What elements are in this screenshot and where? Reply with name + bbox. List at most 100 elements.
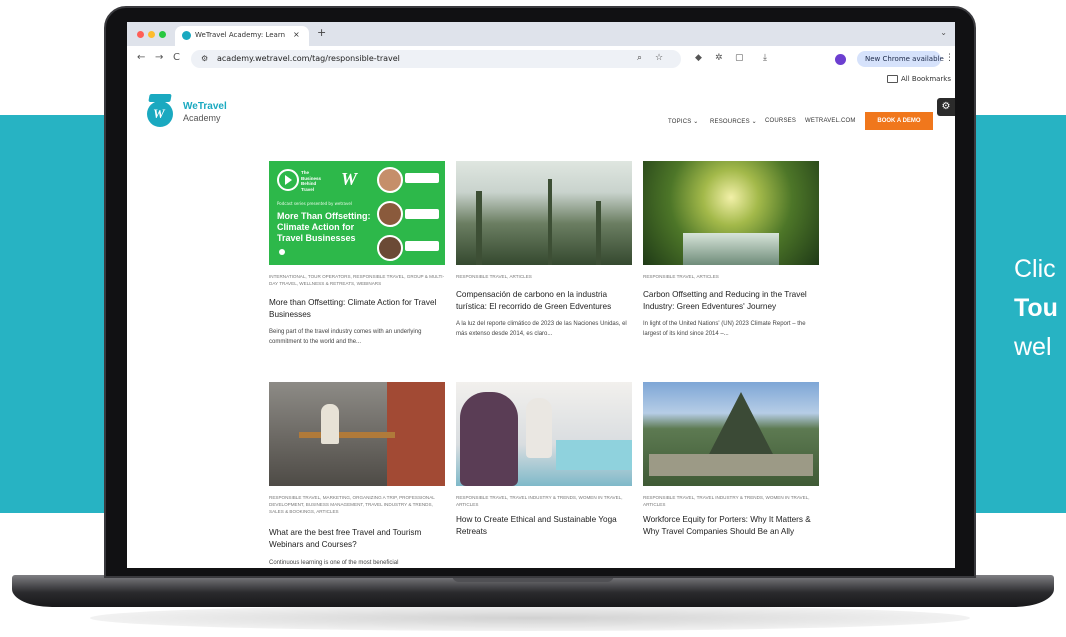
book-demo-button[interactable]: BOOK A DEMO (865, 112, 933, 130)
nav-resources[interactable]: RESOURCES ⌄ (710, 118, 757, 125)
article-excerpt: Being part of the travel industry comes … (269, 329, 422, 345)
podcast-episode-title: More Than Offsetting: Climate Action for… (277, 211, 371, 243)
guest-avatar (377, 201, 403, 227)
laptop-shadow (90, 605, 970, 631)
tab-close-icon[interactable]: × (293, 30, 300, 39)
chrome-update-label: New Chrome available (865, 55, 944, 63)
ruins-shape (649, 454, 813, 476)
browser-window: WeTravel Academy: Learn fro × + ⌄ ← → C … (127, 22, 955, 568)
reload-button[interactable]: C (173, 52, 180, 63)
article-categories[interactable]: RESPONSIBLE TRAVEL, MARKETING, ORGANIZIN… (269, 494, 445, 515)
article-excerpt: A la luz del reporte climático de 2023 d… (456, 321, 627, 337)
article-card[interactable]: RESPONSIBLE TRAVEL, MARKETING, ORGANIZIN… (269, 382, 445, 568)
logo-wordmark: WeTravel (183, 101, 227, 112)
search-icon[interactable]: ⌕ (637, 53, 642, 63)
folder-icon (887, 75, 898, 83)
site-info-icon[interactable]: ⚙ (201, 54, 208, 63)
article-thumbnail[interactable] (456, 382, 632, 486)
article-categories[interactable]: RESPONSIBLE TRAVEL, ARTICLES (456, 273, 632, 280)
brick-wall-shape (387, 382, 445, 486)
site-page: W WeTravel Academy TOPICS ⌄ RESOURCES ⌄ … (127, 88, 955, 568)
article-categories[interactable]: RESPONSIBLE TRAVEL, ARTICLES (643, 273, 819, 280)
article-card[interactable]: RESPONSIBLE TRAVEL, ARTICLES Compensació… (456, 161, 632, 361)
puzzle-icon[interactable]: ✲ (715, 53, 723, 63)
article-title[interactable]: What are the best free Travel and Touris… (269, 527, 445, 551)
article-categories[interactable]: RESPONSIBLE TRAVEL, TRAVEL INDUSTRY & TR… (643, 494, 819, 508)
logo-w-glyph: W (153, 106, 165, 121)
waterfall-shape (683, 233, 779, 265)
profile-avatar[interactable] (835, 54, 846, 65)
article-thumbnail[interactable] (643, 382, 819, 486)
minimize-window-button[interactable] (148, 31, 155, 38)
partner-logo (405, 173, 439, 183)
tree-shape (476, 191, 482, 265)
article-thumbnail[interactable] (456, 161, 632, 265)
article-categories[interactable]: INTERNATIONAL, TOUR OPERATORS, RESPONSIB… (269, 273, 445, 287)
promo-line-2: Tou (1014, 294, 1058, 322)
promo-text: Clic Tou wel (1014, 250, 1058, 367)
chrome-update-button[interactable]: New Chrome available (857, 51, 944, 67)
mountain-shape (705, 392, 777, 462)
promo-line-1: Clic (1014, 255, 1056, 283)
article-title[interactable]: Workforce Equity for Porters: Why It Mat… (643, 514, 819, 538)
tab-strip: WeTravel Academy: Learn fro × + ⌄ (127, 22, 955, 46)
article-title[interactable]: Compensación de carbono en la industria … (456, 289, 632, 313)
tab-title: WeTravel Academy: Learn fro (195, 31, 285, 39)
maximize-window-button[interactable] (159, 31, 166, 38)
extension-icon[interactable]: ◆ (695, 53, 702, 63)
close-window-button[interactable] (137, 31, 144, 38)
star-icon[interactable]: ☆ (655, 53, 663, 63)
yoga-mat-shape (556, 440, 632, 470)
partner-logo (405, 241, 439, 251)
article-excerpt: In light of the United Nations' (UN) 202… (643, 321, 806, 337)
article-card[interactable]: RESPONSIBLE TRAVEL, TRAVEL INDUSTRY & TR… (643, 382, 819, 568)
podcast-show-name: The Business Behind Travel (301, 170, 322, 192)
kebab-menu-icon[interactable]: ⋮ (945, 53, 954, 63)
tree-shape (548, 179, 552, 265)
url-text: academy.wetravel.com/tag/responsible-tra… (217, 54, 400, 63)
download-icon[interactable]: ⤓ (763, 53, 767, 63)
partner-logo (405, 209, 439, 219)
article-card[interactable]: RESPONSIBLE TRAVEL, TRAVEL INDUSTRY & TR… (456, 382, 632, 568)
tab-search-chevron-icon[interactable]: ⌄ (940, 28, 947, 37)
article-title[interactable]: More than Offsetting: Climate Action for… (269, 297, 445, 321)
toolbar: ← → C ⚙ academy.wetravel.com/tag/respons… (127, 46, 955, 72)
play-icon (277, 169, 299, 191)
tree-shape (596, 201, 601, 265)
nav-courses[interactable]: COURSES (765, 118, 796, 124)
chat-bubble-icon (279, 249, 285, 255)
new-tab-button[interactable]: + (317, 26, 326, 39)
article-categories[interactable]: RESPONSIBLE TRAVEL, TRAVEL INDUSTRY & TR… (456, 494, 632, 508)
hubspot-icon[interactable]: ⚙ (937, 98, 955, 116)
all-bookmarks-label: All Bookmarks (901, 75, 952, 83)
person-shape (526, 398, 552, 458)
sidepanel-icon[interactable]: ▢ (735, 53, 744, 63)
table-shape (299, 432, 395, 438)
graduation-cap-icon (148, 94, 172, 102)
article-title[interactable]: Carbon Offsetting and Reducing in the Tr… (643, 289, 819, 313)
back-button[interactable]: ← (137, 52, 145, 63)
logo-subtitle: Academy (183, 113, 221, 123)
bookmarks-bar: All Bookmarks (127, 72, 955, 89)
person-shape (460, 392, 518, 486)
article-thumbnail[interactable] (269, 382, 445, 486)
guest-avatar (377, 167, 403, 193)
person-shape (321, 404, 339, 444)
article-thumbnail[interactable]: The Business Behind Travel W Podcast ser… (269, 161, 445, 265)
article-excerpt: Continuous learning is one of the most b… (269, 560, 399, 566)
forward-button[interactable]: → (155, 52, 163, 63)
address-bar[interactable]: ⚙ academy.wetravel.com/tag/responsible-t… (191, 50, 681, 68)
promo-line-3: wel (1014, 333, 1052, 361)
nav-wetravel[interactable]: WETRAVEL.COM (805, 118, 856, 124)
nav-topics[interactable]: TOPICS ⌄ (668, 118, 699, 125)
podcast-presented-by: Podcast series presented by wetravel (277, 201, 352, 206)
article-card[interactable]: The Business Behind Travel W Podcast ser… (269, 161, 445, 361)
article-card[interactable]: RESPONSIBLE TRAVEL, ARTICLES Carbon Offs… (643, 161, 819, 361)
browser-tab[interactable]: WeTravel Academy: Learn fro × (175, 26, 309, 46)
favicon-icon (182, 31, 191, 40)
all-bookmarks-button[interactable]: All Bookmarks (887, 75, 951, 83)
guest-avatar (377, 235, 403, 261)
article-title[interactable]: How to Create Ethical and Sustainable Yo… (456, 514, 632, 538)
wetravel-w-icon: W (341, 169, 358, 189)
article-thumbnail[interactable] (643, 161, 819, 265)
